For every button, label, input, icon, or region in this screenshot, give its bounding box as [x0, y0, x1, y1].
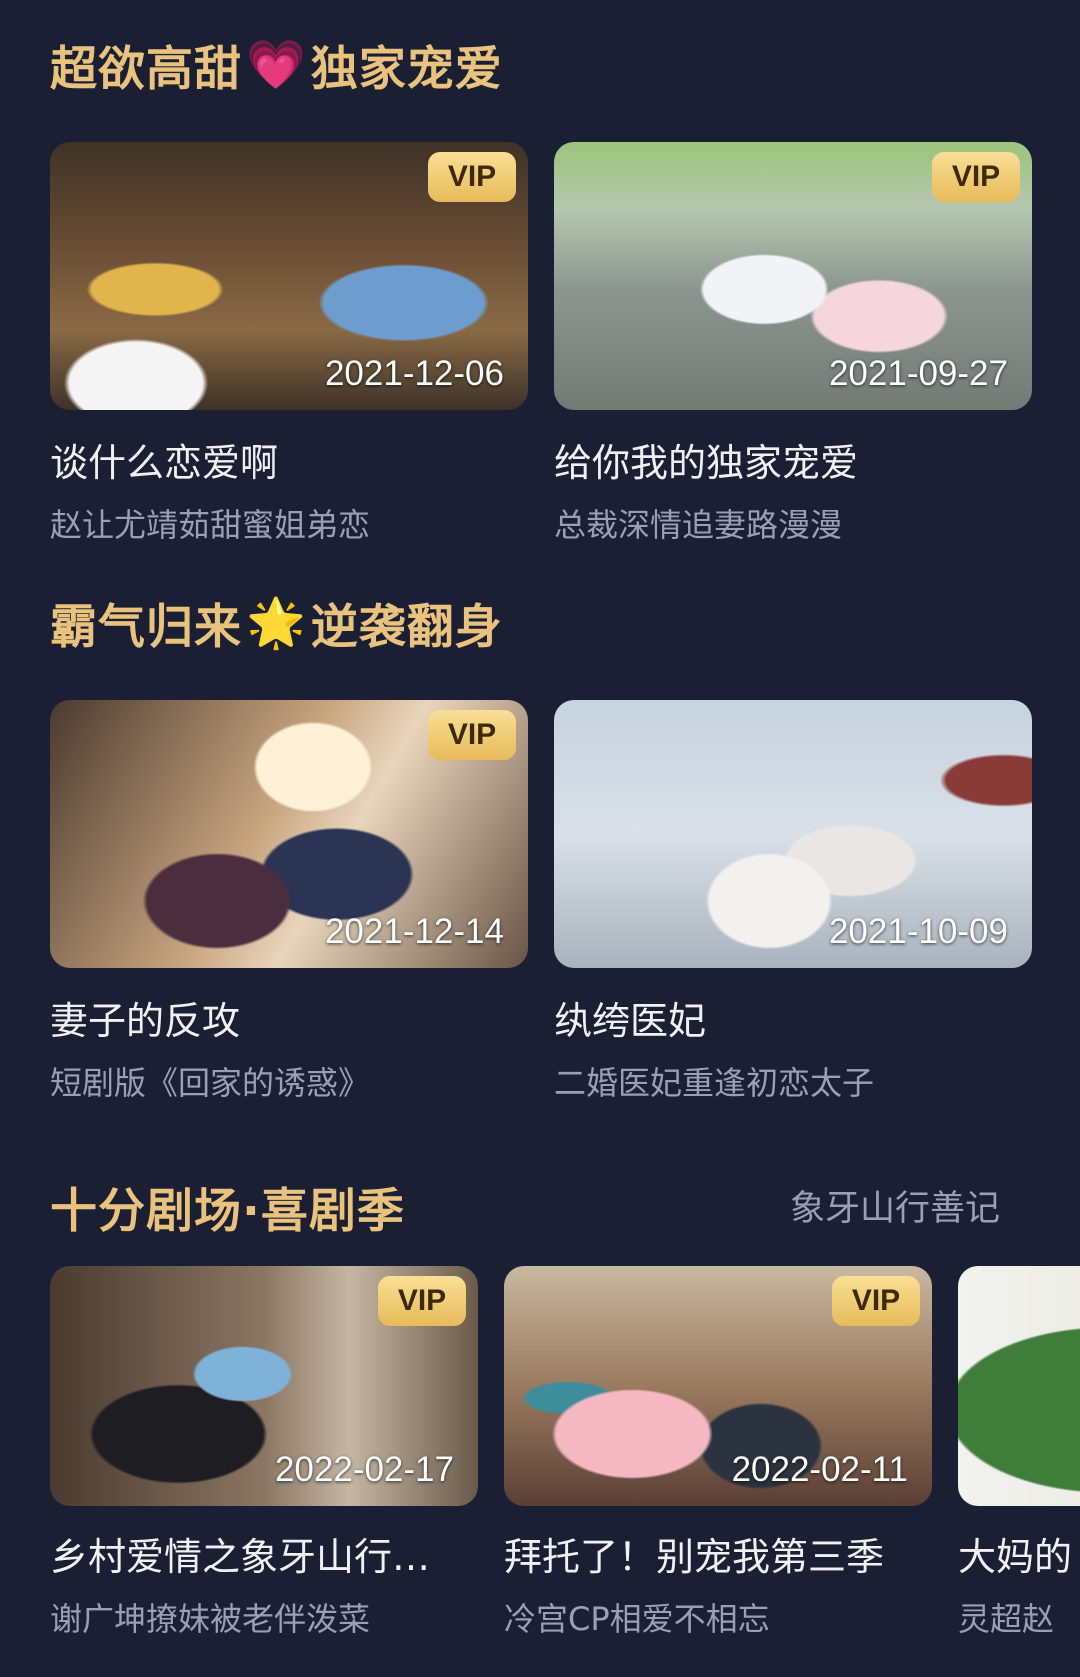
card-title[interactable]: 乡村爱情之象牙山行…	[50, 1526, 478, 1581]
vip-badge: VIP	[932, 152, 1020, 202]
drama-card[interactable]: VIP 2022-02-17 乡村爱情之象牙山行… 谢广坤撩妹被老伴泼菜	[50, 1266, 478, 1646]
section-title-text: 十分剧场·喜剧季	[50, 1184, 405, 1239]
vip-badge: VIP	[378, 1276, 466, 1326]
card-subtitle: 冷宫CP相爱不相忘	[504, 1600, 770, 1638]
release-date: 2021-09-27	[828, 354, 1008, 393]
release-date: 2022-02-11	[731, 1450, 908, 1489]
section-title-sweet: 超欲高甜 💗 独家宠爱	[50, 30, 503, 99]
poster-image[interactable]	[958, 1266, 1080, 1506]
drama-card[interactable]: VIP 2022-02-11 拜托了！别宠我第三季 冷宫CP相爱不相忘	[504, 1266, 932, 1646]
card-subtitle: 赵让尤靖茹甜蜜姐弟恋	[50, 506, 371, 544]
release-date: 2021-12-14	[324, 912, 504, 951]
card-title[interactable]: 妻子的反攻	[50, 990, 528, 1045]
poster-image[interactable]: VIP 2022-02-17	[50, 1266, 478, 1506]
card-subtitle: 总裁深情追妻路漫漫	[554, 506, 843, 544]
section-title-left: 霸气归来	[50, 600, 242, 655]
section-title-right: 逆袭翻身	[310, 600, 503, 655]
card-subtitle: 灵超赵	[958, 1600, 1055, 1638]
vip-badge: VIP	[832, 1276, 920, 1326]
release-date: 2021-12-06	[324, 354, 504, 393]
drama-card[interactable]: VIP 2021-12-06 谈什么恋爱啊 赵让尤靖茹甜蜜姐弟恋	[50, 142, 528, 544]
section-link-featured[interactable]: 象牙山行善记	[790, 1180, 1000, 1231]
section-title-comedy: 十分剧场·喜剧季	[50, 1172, 405, 1241]
poster-image[interactable]: VIP 2021-12-06	[50, 142, 528, 410]
poster-image[interactable]: VIP 2022-02-11	[504, 1266, 932, 1506]
card-title[interactable]: 谈什么恋爱啊	[50, 432, 528, 487]
vip-badge: VIP	[428, 710, 516, 760]
release-date: 2022-02-17	[274, 1450, 454, 1489]
poster-image[interactable]: VIP 2021-12-14	[50, 700, 528, 968]
drama-card[interactable]: VIP 2021-12-14 妻子的反攻 短剧版《回家的诱惑》	[50, 700, 528, 1102]
drama-card[interactable]: 大妈的 灵超赵	[958, 1266, 1080, 1646]
card-subtitle: 谢广坤撩妹被老伴泼菜	[50, 1600, 371, 1638]
card-subtitle: 二婚医妃重逢初恋太子	[554, 1064, 875, 1102]
card-title[interactable]: 给你我的独家宠爱	[554, 432, 1032, 487]
heart-icon: 💗	[246, 37, 307, 93]
poster-image[interactable]: 2021-10-09	[554, 700, 1032, 968]
section-title-left: 超欲高甜	[50, 42, 242, 97]
drama-card[interactable]: 2021-10-09 纨绔医妃 二婚医妃重逢初恋太子	[554, 700, 1032, 1102]
section-title-right: 独家宠爱	[310, 42, 503, 97]
drama-card[interactable]: VIP 2021-09-27 给你我的独家宠爱 总裁深情追妻路漫漫	[554, 142, 1032, 544]
card-title[interactable]: 纨绔医妃	[554, 990, 1032, 1045]
release-date: 2021-10-09	[828, 912, 1008, 951]
card-title[interactable]: 大妈的	[958, 1526, 1080, 1581]
section-title-comeback: 霸气归来 🌟 逆袭翻身	[50, 588, 503, 657]
star-icon: 🌟	[246, 595, 307, 651]
card-subtitle: 短剧版《回家的诱惑》	[50, 1064, 371, 1102]
card-title[interactable]: 拜托了！别宠我第三季	[504, 1526, 932, 1581]
poster-image[interactable]: VIP 2021-09-27	[554, 142, 1032, 410]
vip-badge: VIP	[428, 152, 516, 202]
